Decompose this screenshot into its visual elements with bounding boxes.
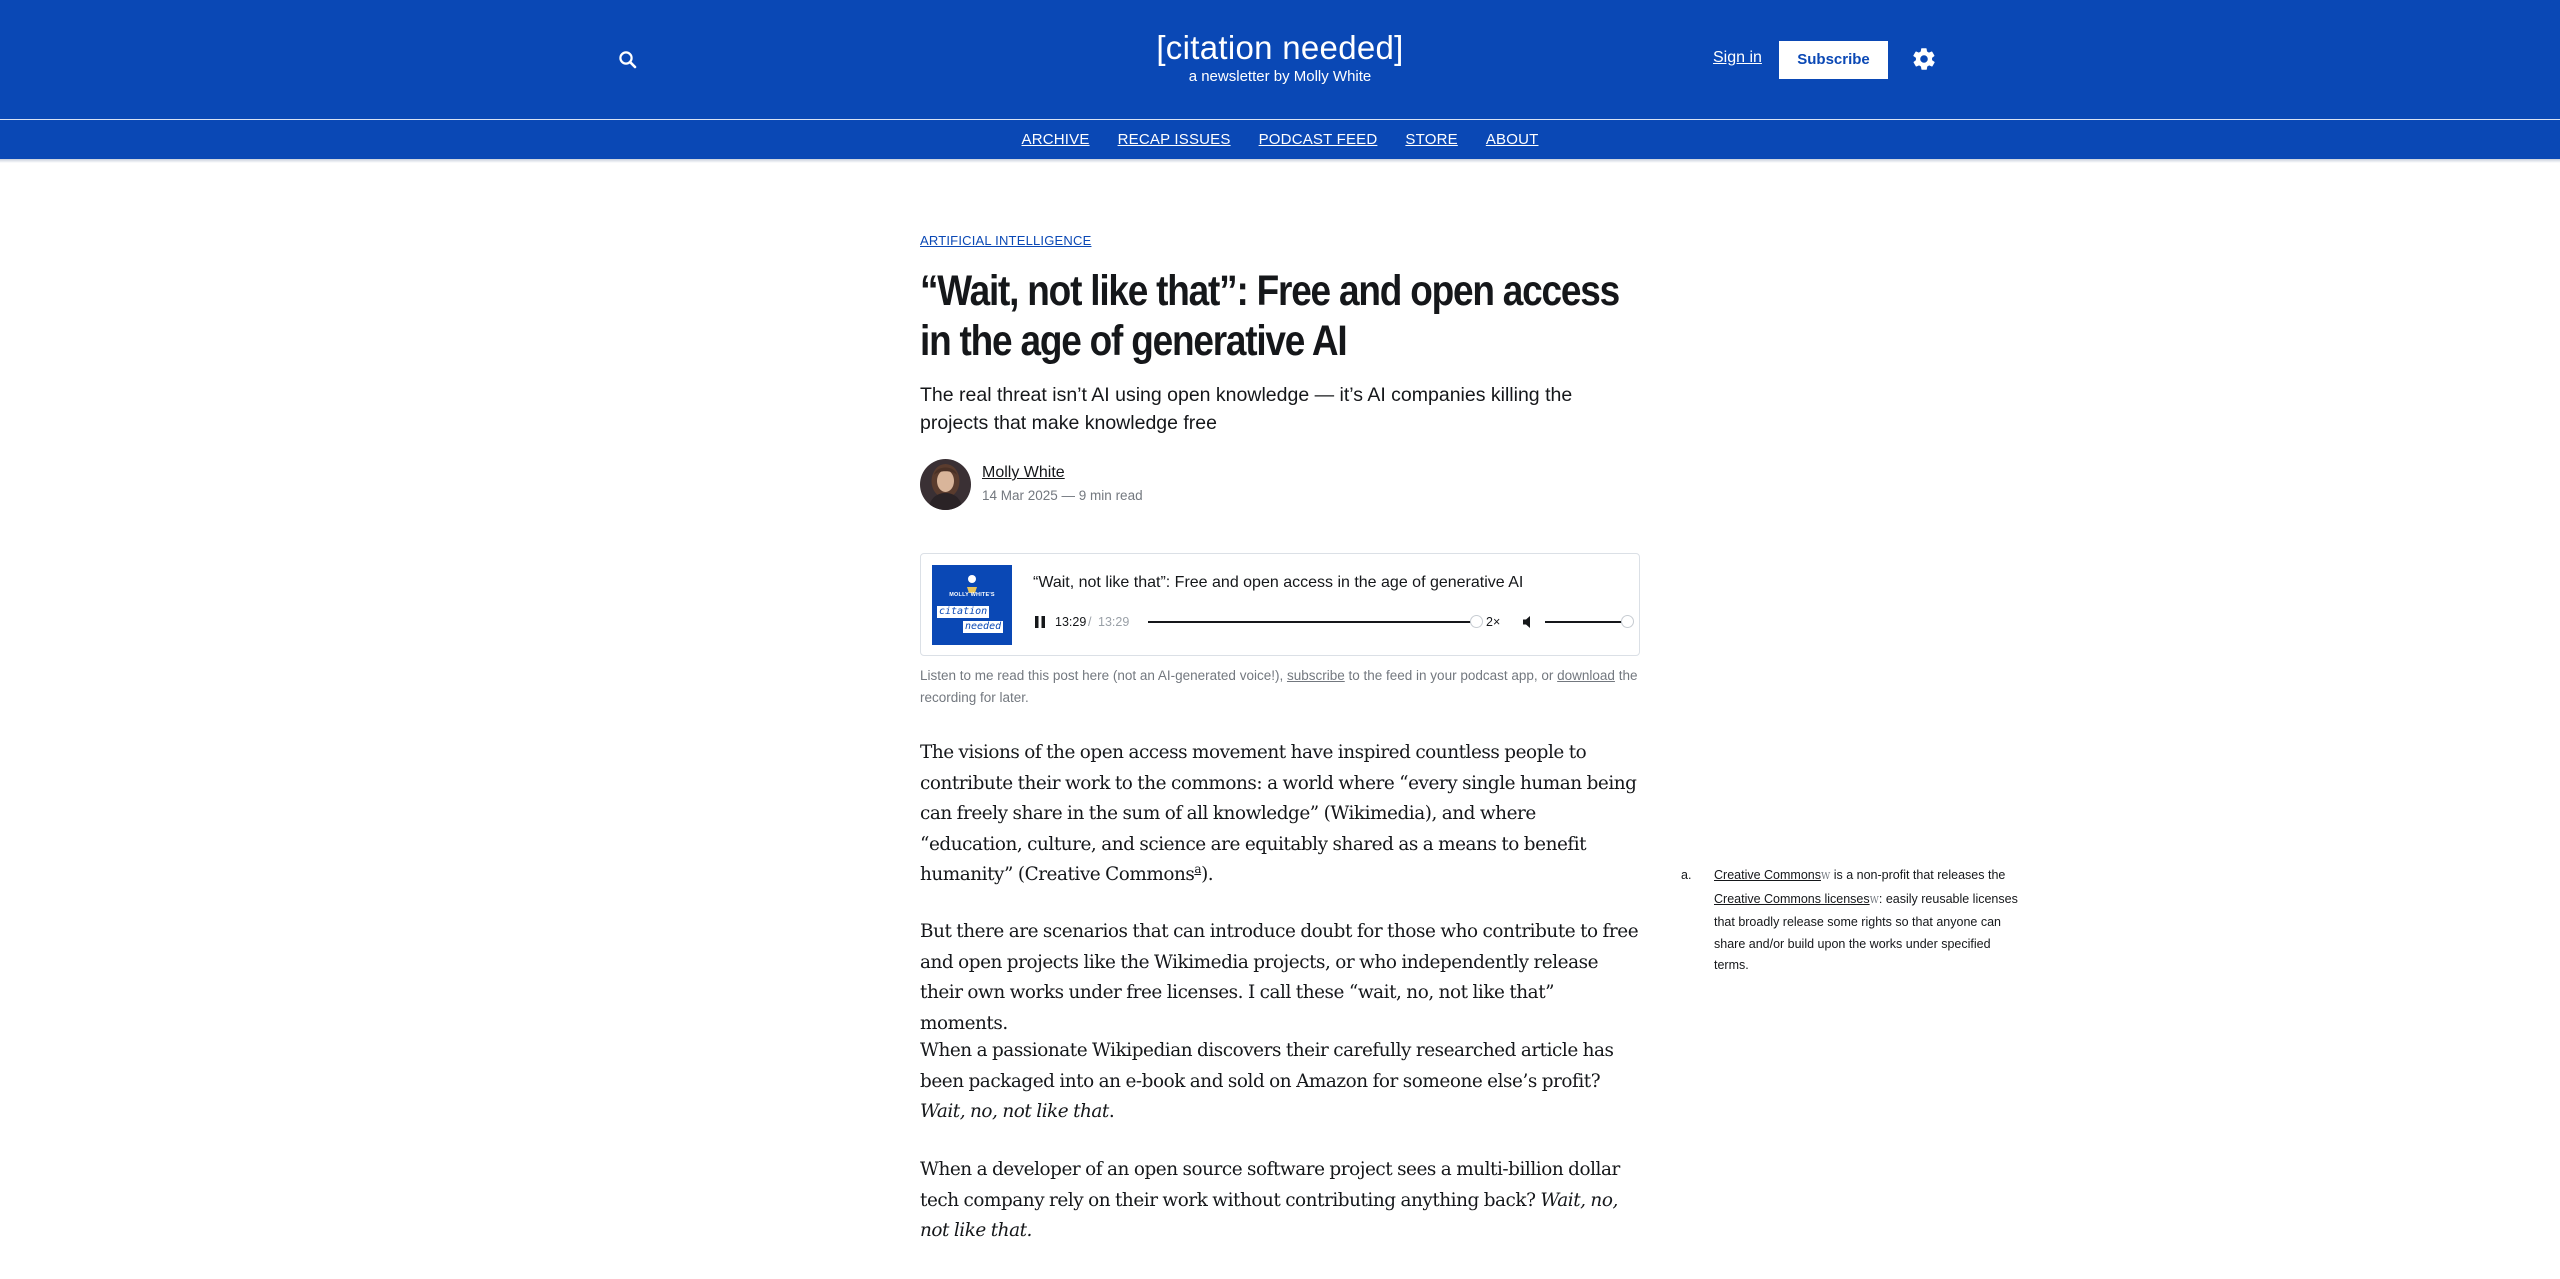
paragraph-3-text: When a passionate Wikipedian discovers t… <box>920 1040 1614 1092</box>
volume-icon[interactable] <box>1522 615 1537 629</box>
article-title: “Wait, not like that”: Free and open acc… <box>920 267 1620 365</box>
player-title: “Wait, not like that”: Free and open acc… <box>1033 574 1524 591</box>
main-nav: ARCHIVE RECAP ISSUES PODCAST FEED STORE … <box>0 120 2560 159</box>
podcast-cover: MOLLY WHITE'S citation needed <box>932 565 1012 645</box>
body-paragraph-4: When a developer of an open source softw… <box>920 1155 1640 1247</box>
article-tag[interactable]: ARTIFICIAL INTELLIGENCE <box>920 233 1640 248</box>
time-separator: / <box>1088 615 1092 629</box>
author-name[interactable]: Molly White <box>982 464 1065 482</box>
nav-about[interactable]: ABOUT <box>1486 131 1539 148</box>
nav-archive[interactable]: ARCHIVE <box>1022 131 1090 148</box>
header-shadow <box>0 159 2560 163</box>
article-meta: 14 Mar 2025 — 9 min read <box>982 488 1143 503</box>
site-brand[interactable]: [citation needed] a newsletter by Molly … <box>1080 28 1480 86</box>
paragraph-3-emphasis: Wait, no, not like that <box>920 1101 1109 1122</box>
audio-player: MOLLY WHITE'S citation needed “Wait, not… <box>920 553 1640 656</box>
paragraph-4-text: When a developer of an open source softw… <box>920 1159 1620 1211</box>
cover-line-3: needed <box>963 621 1004 633</box>
sidenote-text: Creative CommonsW is a non-profit that r… <box>1714 865 2022 977</box>
creative-commons-link[interactable]: Creative Commons <box>1714 868 1821 882</box>
masthead-bar: [citation needed] a newsletter by Molly … <box>0 0 2560 119</box>
volume-handle[interactable] <box>1621 615 1634 628</box>
paragraph-1-text: The visions of the open access movement … <box>920 742 1637 885</box>
wikipedia-icon[interactable]: W <box>1870 896 1879 906</box>
seek-handle[interactable] <box>1470 615 1483 628</box>
search-icon[interactable] <box>615 47 641 73</box>
site-header: [citation needed] a newsletter by Molly … <box>0 0 2560 159</box>
gear-icon[interactable] <box>1911 46 1937 72</box>
site-title[interactable]: [citation needed] <box>1080 28 1480 68</box>
download-link[interactable]: download <box>1557 668 1615 683</box>
subscribe-feed-link[interactable]: subscribe <box>1287 668 1345 683</box>
sidenote-text-1: is a non-profit that releases the <box>1830 868 2006 882</box>
wikipedia-icon[interactable]: W <box>1821 872 1830 882</box>
article-subtitle: The real threat isn’t AI using open know… <box>920 384 1573 434</box>
total-time: 13:29 <box>1098 615 1130 629</box>
nav-recap-issues[interactable]: RECAP ISSUES <box>1118 131 1231 148</box>
body-paragraph-3: When a passionate Wikipedian discovers t… <box>920 1036 1640 1128</box>
caption-text-1: Listen to me read this post here (not an… <box>920 668 1287 683</box>
seek-slider[interactable] <box>1148 614 1483 630</box>
author-avatar[interactable] <box>920 459 971 510</box>
player-caption: Listen to me read this post here (not an… <box>920 665 1640 709</box>
cover-line-2: citation <box>937 606 990 618</box>
nav-store[interactable]: STORE <box>1405 131 1457 148</box>
body-paragraph-1: The visions of the open access movement … <box>920 738 1640 891</box>
caption-text-2: to the feed in your podcast app, or <box>1344 668 1558 683</box>
body-paragraph-2: But there are scenarios that can introdu… <box>920 921 1639 1034</box>
paragraph-3-end: . <box>1108 1101 1115 1122</box>
site-tagline: a newsletter by Molly White <box>1188 68 1372 85</box>
sign-in-link[interactable]: Sign in <box>1713 49 1762 67</box>
seek-progress <box>1148 621 1476 623</box>
sidenote-label: a. <box>1681 868 1692 882</box>
playback-speed-button[interactable]: 2× <box>1486 615 1500 629</box>
paragraph-1-end: ). <box>1201 864 1214 885</box>
subscribe-button[interactable]: Subscribe <box>1779 41 1888 79</box>
volume-level <box>1545 621 1627 623</box>
volume-slider[interactable] <box>1545 614 1634 630</box>
nav-podcast-feed[interactable]: PODCAST FEED <box>1259 131 1378 148</box>
current-time: 13:29 <box>1055 615 1087 629</box>
cc-licenses-link[interactable]: Creative Commons licenses <box>1714 892 1870 906</box>
pause-icon[interactable] <box>1033 615 1047 629</box>
cover-line-1: MOLLY WHITE'S <box>949 592 995 598</box>
